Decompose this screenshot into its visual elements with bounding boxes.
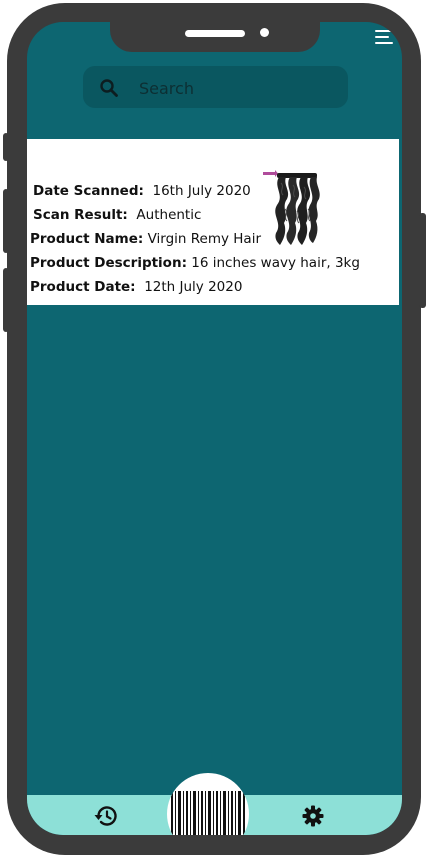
speaker	[185, 30, 245, 37]
history-icon[interactable]	[93, 803, 119, 829]
product-description-label: Product Description:	[30, 255, 187, 271]
gear-icon[interactable]	[302, 805, 324, 827]
scan-result-label: Scan Result:	[33, 207, 128, 223]
product-name-value: Virgin Remy Hair	[147, 231, 261, 247]
scan-result-value: Authentic	[136, 207, 202, 223]
search-icon	[100, 79, 118, 97]
product-date-row: Product Date: 12th July 2020	[30, 279, 242, 295]
menu-icon[interactable]	[375, 30, 393, 44]
side-button-volume-up	[3, 189, 9, 253]
product-image	[263, 170, 320, 245]
side-button-mute	[3, 133, 9, 161]
product-description-value: 16 inches wavy hair, 3kg	[191, 255, 360, 271]
app-screen: Date Scanned: 16th July 2020 Scan Result…	[27, 22, 402, 835]
notch	[110, 22, 320, 52]
search-bar[interactable]	[83, 66, 348, 108]
date-scanned-value: 16th July 2020	[152, 183, 251, 199]
product-name-row: Product Name: Virgin Remy Hair	[30, 231, 261, 247]
barcode-icon	[171, 791, 245, 835]
product-date-value: 12th July 2020	[144, 279, 243, 295]
side-button-volume-down	[3, 268, 9, 332]
scan-result-row: Scan Result: Authentic	[33, 207, 201, 223]
front-camera	[260, 28, 269, 37]
product-description-row: Product Description: 16 inches wavy hair…	[30, 255, 360, 271]
scan-result-card[interactable]: Date Scanned: 16th July 2020 Scan Result…	[27, 139, 399, 305]
date-scanned-label: Date Scanned:	[33, 183, 144, 199]
search-input[interactable]	[137, 72, 341, 104]
scan-barcode-button[interactable]	[167, 773, 249, 835]
date-scanned-row: Date Scanned: 16th July 2020	[33, 183, 251, 199]
product-name-label: Product Name:	[30, 231, 144, 247]
product-date-label: Product Date:	[30, 279, 136, 295]
side-button-power	[419, 213, 426, 308]
